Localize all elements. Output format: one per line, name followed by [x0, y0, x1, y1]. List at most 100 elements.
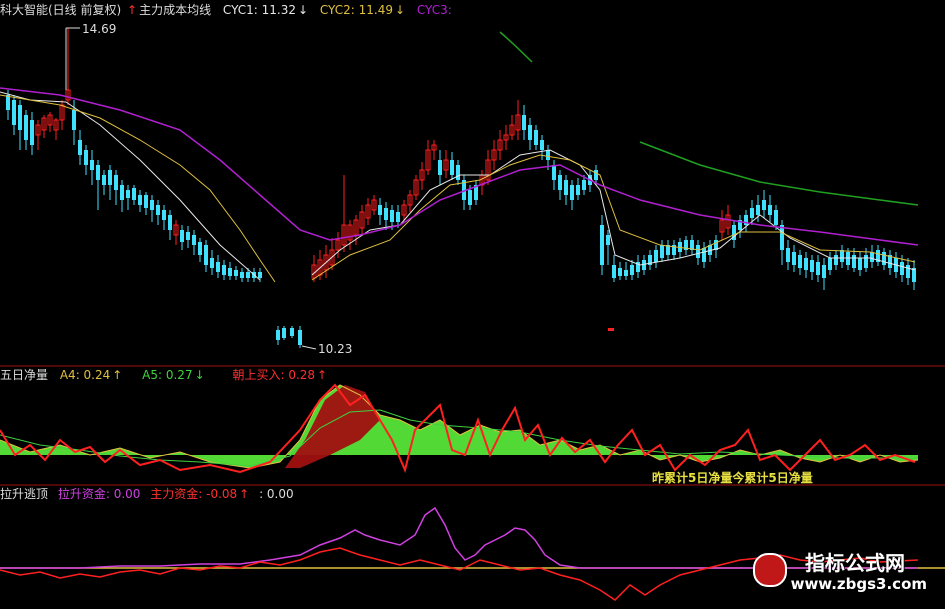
- candlestick: [654, 245, 658, 268]
- candle-body: [168, 215, 172, 230]
- candlestick: [413, 175, 419, 200]
- candlestick: [522, 105, 526, 140]
- candlestick: [102, 170, 106, 195]
- ma-green-top-segment: [499, 31, 533, 63]
- high-price-marker: 14.69: [65, 22, 116, 90]
- candlestick: [491, 140, 497, 170]
- candle-body: [702, 248, 706, 262]
- candlestick: [365, 198, 371, 225]
- main-price-panel: [0, 28, 919, 348]
- small-candle: [608, 328, 614, 331]
- candle-body: [240, 272, 244, 278]
- candlestick: [534, 125, 538, 150]
- candlestick: [485, 150, 491, 185]
- stock-title[interactable]: 科大智能(日线 前复权): [0, 3, 121, 17]
- candlestick: [41, 115, 47, 138]
- panel2-name[interactable]: 五日净量: [0, 368, 48, 382]
- candlestick: [329, 238, 335, 270]
- main-fund-arrow-icon: ↑: [239, 487, 250, 501]
- high-price-label: 14.69: [82, 22, 116, 36]
- candle-body: [792, 252, 796, 265]
- candlestick: [290, 326, 294, 338]
- candle-body: [606, 235, 610, 245]
- candlestick: [858, 252, 862, 276]
- candle-body: [228, 268, 232, 276]
- cyc3-value: CYC3:: [416, 3, 452, 17]
- candle-body: [6, 95, 10, 110]
- candle-body: [468, 190, 472, 205]
- candlestick: [384, 202, 388, 230]
- candle-body: [756, 205, 760, 215]
- candle-body: [438, 160, 442, 175]
- candlestick: [684, 236, 688, 255]
- candle-body: [378, 205, 382, 215]
- candle-body: [540, 140, 544, 150]
- candlestick: [144, 192, 148, 215]
- candle-body: [576, 185, 580, 195]
- main-fund-value: 主力资金: -0.08: [150, 487, 238, 501]
- candlestick: [618, 262, 622, 280]
- candlestick: [876, 245, 880, 266]
- candlestick: [810, 255, 814, 280]
- candlestick: [702, 242, 706, 268]
- a5-arrow-icon: ↓: [194, 368, 205, 382]
- candlestick: [378, 198, 382, 225]
- candlestick: [822, 258, 826, 290]
- candle-body: [72, 110, 76, 130]
- candle-body: [456, 165, 460, 180]
- candle-body: [852, 255, 856, 268]
- candle-body: [804, 258, 808, 270]
- low-price-label: 10.23: [318, 342, 352, 356]
- candle-body: [78, 140, 82, 155]
- watermark-logo-icon: [753, 553, 787, 587]
- candlestick: [503, 125, 509, 150]
- candle-body: [570, 185, 574, 200]
- candlestick: [474, 180, 478, 205]
- candle-body: [564, 180, 568, 195]
- candlestick: [138, 190, 142, 212]
- candlestick: [738, 215, 742, 238]
- candlestick: [168, 210, 172, 240]
- candlestick: [762, 190, 766, 218]
- candle-body: [180, 230, 184, 242]
- candlestick: [192, 230, 196, 255]
- candlestick: [35, 120, 41, 150]
- candlestick: [768, 195, 772, 222]
- candlestick: [744, 210, 748, 232]
- candle-body: [558, 175, 562, 190]
- candle-body: [126, 190, 130, 198]
- candlestick: [497, 130, 503, 160]
- candlestick: [570, 180, 574, 210]
- candlestick: [660, 240, 664, 262]
- indicator-name[interactable]: 主力成本均线: [139, 3, 211, 17]
- candlestick: [528, 118, 532, 150]
- candlestick: [576, 178, 580, 200]
- low-price-marker: 10.23: [301, 342, 352, 356]
- candlestick: [65, 28, 71, 105]
- candlestick: [156, 200, 160, 225]
- candlestick: [24, 110, 28, 150]
- net-volume-caption: 昨累计5日净量今累计5日净量: [652, 470, 813, 485]
- candle-body: [630, 265, 634, 275]
- stock-chart-canvas[interactable]: 14.69 10.23 昨累计5日净量今累计5日净量: [0, 0, 945, 609]
- a4-value: A4: 0.24: [59, 368, 111, 382]
- candle-body: [120, 185, 124, 200]
- candlestick: [222, 260, 226, 280]
- candlestick: [150, 195, 154, 222]
- candlestick: [347, 220, 353, 250]
- candle-body: [750, 208, 754, 218]
- watermark-title: 指标公式网: [805, 551, 905, 575]
- panel3-name[interactable]: 拉升逃顶: [0, 487, 48, 501]
- buy-value: 朝上买入: 0.28: [232, 368, 316, 382]
- candlestick: [696, 240, 700, 265]
- candlestick: [204, 240, 208, 272]
- candle-body: [654, 250, 658, 262]
- candle-body: [810, 260, 814, 272]
- candle-body: [786, 248, 790, 262]
- candlestick: [12, 95, 16, 135]
- candle-body: [864, 255, 868, 268]
- candle-body: [198, 242, 202, 255]
- candlestick: [630, 260, 634, 280]
- candlestick: [78, 130, 82, 165]
- candlestick: [90, 150, 94, 185]
